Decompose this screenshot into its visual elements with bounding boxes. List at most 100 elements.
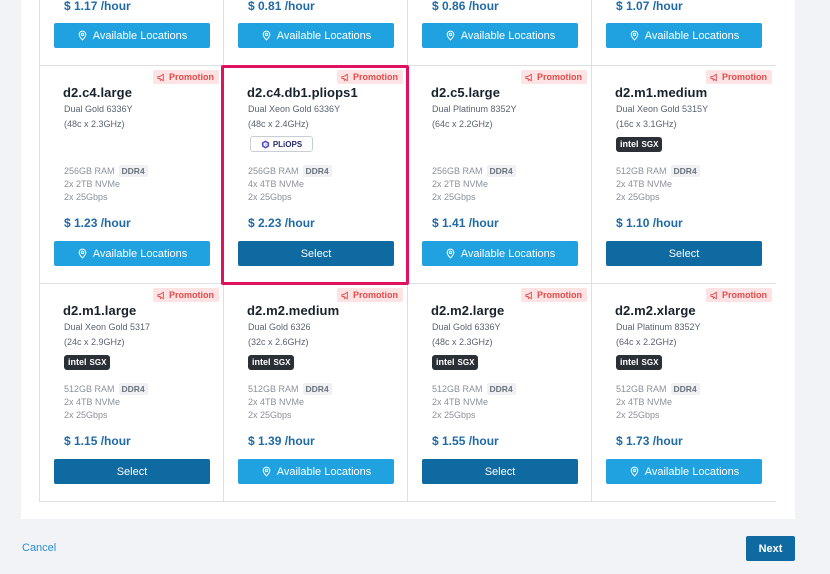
available-locations-button[interactable]: Available Locations	[238, 459, 394, 484]
cpu-model: Dual Gold 6336Y	[64, 104, 133, 114]
sgx-label: SGX	[273, 358, 291, 367]
disk-spec: 2x 4TB NVMe	[248, 397, 305, 407]
price: $ 1.10 /hour	[616, 216, 683, 230]
price: $ 1.15 /hour	[64, 434, 131, 448]
plan-name: d2.m2.xlarge	[615, 303, 696, 318]
available-locations-button[interactable]: Available Locations	[606, 459, 762, 484]
button-label: Select	[484, 465, 516, 478]
price: $ 1.23 /hour	[64, 216, 131, 230]
ddr-badge: DDR4	[670, 383, 700, 395]
button-label: Available Locations	[276, 465, 372, 478]
available-locations-button[interactable]: Available Locations	[54, 23, 210, 48]
hardware-specs: 512GB RAM DDR4 2x 4TB NVMe 2x 25Gbps	[64, 383, 148, 422]
promotion-label: Promotion	[537, 290, 582, 300]
ram-spec: 512GB RAM DDR4	[616, 383, 700, 396]
network-spec: 2x 25Gbps	[432, 192, 476, 202]
ram-size: 512GB RAM	[432, 384, 483, 394]
intel-label: intel	[68, 357, 87, 367]
plan-card: Promotion d2.m2.large Dual Gold 6336Y (48c …	[408, 284, 592, 502]
plan-card: $ 1.07 /hour Available Locations	[592, 0, 776, 66]
ddr-badge: DDR4	[118, 383, 148, 395]
network-spec: 2x 25Gbps	[64, 192, 108, 202]
ram-spec: 256GB RAM DDR4	[64, 165, 148, 178]
cpu-model: Dual Xeon Gold 5317	[64, 322, 151, 332]
button-label: Available Locations	[460, 29, 556, 42]
plan-name: d2.c4.large	[63, 85, 133, 100]
hardware-specs: 512GB RAM DDR4 2x 4TB NVMe 2x 25Gbps	[616, 165, 700, 204]
network-spec: 2x 25Gbps	[64, 410, 108, 420]
sgx-label: SGX	[89, 358, 107, 367]
disk-spec: 2x 4TB NVMe	[616, 397, 673, 407]
select-button[interactable]: Select	[606, 241, 762, 266]
plan-card: Promotion d2.m2.medium Dual Gold 6326 (32c …	[224, 284, 408, 502]
promotion-label: Promotion	[169, 72, 214, 82]
available-locations-button[interactable]: Available Locations	[422, 241, 578, 266]
available-locations-button[interactable]: Available Locations	[606, 23, 762, 48]
promotion-badge: Promotion	[337, 288, 403, 302]
promotion-badge: Promotion	[706, 70, 772, 84]
cpu-model: Dual Platinum 8352Y	[616, 322, 701, 332]
select-button[interactable]: Select	[54, 459, 210, 484]
megaphone-tag-icon	[710, 291, 717, 299]
ddr-badge: DDR4	[118, 165, 148, 177]
intel-sgx-badge: intel SGX	[616, 137, 663, 152]
price: $ 1.39 /hour	[248, 434, 315, 448]
next-button[interactable]: Next	[746, 536, 795, 561]
button-label: Select	[668, 247, 700, 260]
network-spec: 2x 25Gbps	[616, 410, 660, 420]
hardware-specs: 256GB RAM DDR4 2x 2TB NVMe 2x 25Gbps	[432, 165, 516, 204]
button-label: Select	[116, 465, 148, 478]
available-locations-button[interactable]: Available Locations	[422, 23, 578, 48]
promotion-badge: Promotion	[706, 288, 772, 302]
button-label: Available Locations	[644, 29, 740, 42]
plan-card: $ 1.17 /hour Available Locations	[40, 0, 224, 66]
plan-card: Promotion d2.c4.large Dual Gold 6336Y (48c …	[40, 66, 224, 284]
plan-card: $ 0.86 /hour Available Locations	[408, 0, 592, 66]
select-button[interactable]: Select	[422, 459, 578, 484]
available-locations-button[interactable]: Available Locations	[54, 241, 210, 266]
plan-card: $ 0.81 /hour Available Locations	[224, 0, 408, 66]
intel-label: intel	[620, 139, 639, 149]
promotion-badge: Promotion	[521, 70, 587, 84]
megaphone-tag-icon	[525, 291, 532, 299]
promotion-badge: Promotion	[153, 70, 219, 84]
available-locations-button[interactable]: Available Locations	[238, 23, 394, 48]
cpu-cores: (32c x 2.6GHz)	[248, 337, 309, 347]
map-pin-icon	[78, 248, 87, 259]
cpu-model: Dual Platinum 8352Y	[432, 104, 517, 114]
ram-size: 512GB RAM	[64, 384, 115, 394]
plan-name: d2.c5.large	[431, 85, 501, 100]
cancel-link[interactable]: Cancel	[22, 542, 56, 554]
price: $ 1.17 /hour	[64, 0, 131, 13]
cpu-cores: (64c x 2.2GHz)	[616, 337, 677, 347]
intel-label: intel	[620, 357, 639, 367]
promotion-label: Promotion	[537, 72, 582, 82]
ddr-badge: DDR4	[670, 165, 700, 177]
hardware-specs: 512GB RAM DDR4 2x 4TB NVMe 2x 25Gbps	[616, 383, 700, 422]
intel-label: intel	[252, 357, 271, 367]
map-pin-icon	[630, 30, 639, 41]
plan-name: d2.m2.medium	[247, 303, 340, 318]
button-label: Available Locations	[460, 247, 556, 260]
promotion-label: Promotion	[353, 290, 398, 300]
ram-spec: 512GB RAM DDR4	[616, 165, 700, 178]
hardware-specs: 256GB RAM DDR4 2x 2TB NVMe 2x 25Gbps	[64, 165, 148, 204]
plan-name: d2.m1.large	[63, 303, 137, 318]
promotion-label: Promotion	[722, 72, 767, 82]
ram-size: 512GB RAM	[616, 166, 667, 176]
plan-name: d2.m1.medium	[615, 85, 708, 100]
ram-size: 256GB RAM	[64, 166, 115, 176]
button-label: Available Locations	[92, 247, 188, 260]
sgx-label: SGX	[641, 358, 659, 367]
ram-spec: 256GB RAM DDR4	[432, 165, 516, 178]
cpu-cores: (48c x 2.3GHz)	[432, 337, 493, 347]
ram-size: 512GB RAM	[248, 384, 299, 394]
map-pin-icon	[262, 466, 271, 477]
network-spec: 2x 25Gbps	[616, 192, 660, 202]
promotion-badge: Promotion	[521, 288, 587, 302]
selected-card-highlight	[221, 65, 409, 285]
promotion-label: Promotion	[169, 290, 214, 300]
ddr-badge: DDR4	[486, 383, 516, 395]
ram-size: 256GB RAM	[432, 166, 483, 176]
map-pin-icon	[262, 30, 271, 41]
